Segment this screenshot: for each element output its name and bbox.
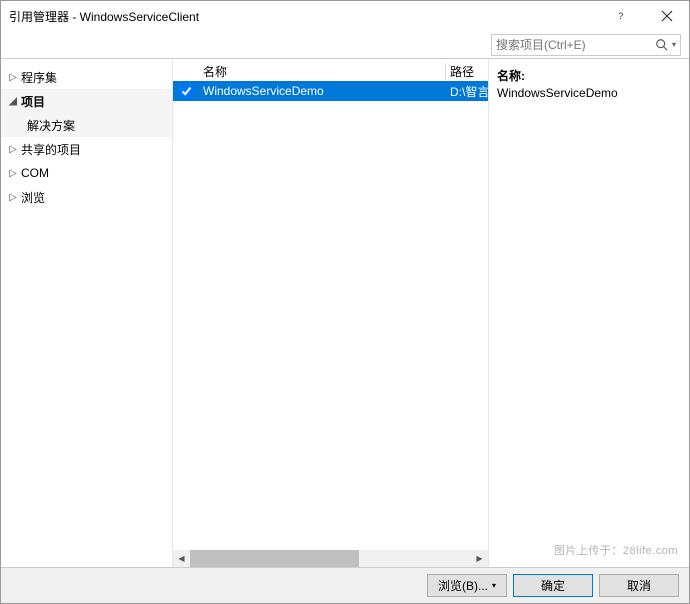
search-box[interactable]: ▾ bbox=[491, 34, 681, 56]
col-header-name[interactable]: 名称 bbox=[199, 63, 446, 80]
sidebar-item-com[interactable]: ▷ COM bbox=[1, 161, 172, 185]
search-icon[interactable] bbox=[655, 38, 669, 52]
chevron-down-icon: ◢ bbox=[7, 96, 19, 107]
browse-button[interactable]: 浏览(B)... ▾ bbox=[427, 574, 507, 597]
browse-button-label: 浏览(B)... bbox=[438, 577, 488, 594]
window-controls: ? bbox=[599, 1, 689, 31]
sidebar-item-projects[interactable]: ◢ 项目 bbox=[1, 89, 172, 113]
scroll-left-icon[interactable]: ◀ bbox=[173, 550, 190, 567]
sidebar-item-label: COM bbox=[19, 166, 49, 180]
sidebar-item-browse[interactable]: ▷ 浏览 bbox=[1, 185, 172, 209]
sidebar-item-label: 程序集 bbox=[19, 69, 57, 86]
chevron-right-icon: ▷ bbox=[7, 72, 19, 83]
sidebar-item-assemblies[interactable]: ▷ 程序集 bbox=[1, 65, 172, 89]
list-header: 名称 路径 bbox=[173, 59, 488, 81]
dropdown-icon[interactable]: ▾ bbox=[669, 40, 676, 49]
row-checkbox[interactable] bbox=[180, 85, 193, 98]
table-row[interactable]: WindowsServiceDemo D:\智言 bbox=[173, 81, 488, 101]
main-area: ▷ 程序集 ◢ 项目 解决方案 ▷ 共享的项目 ▷ COM ▷ 浏览 名称 路径 bbox=[1, 59, 689, 567]
row-name: WindowsServiceDemo bbox=[199, 84, 446, 98]
details-name-value: WindowsServiceDemo bbox=[497, 86, 681, 108]
window-title: 引用管理器 - WindowsServiceClient bbox=[9, 8, 599, 25]
col-header-path[interactable]: 路径 bbox=[446, 63, 488, 80]
row-checkbox-cell bbox=[173, 85, 199, 98]
sidebar-subitem-solution[interactable]: 解决方案 bbox=[1, 113, 172, 137]
sidebar-item-label: 共享的项目 bbox=[19, 141, 81, 158]
horizontal-scrollbar[interactable]: ◀ ▶ bbox=[173, 550, 488, 567]
close-button[interactable] bbox=[644, 1, 689, 31]
dropdown-icon: ▾ bbox=[488, 581, 496, 590]
search-row: ▾ bbox=[1, 31, 689, 59]
center-panel: 名称 路径 WindowsServiceDemo D:\智言 ◀ ▶ bbox=[173, 59, 489, 567]
cancel-button[interactable]: 取消 bbox=[599, 574, 679, 597]
sidebar-item-label: 项目 bbox=[19, 93, 45, 110]
list-body: WindowsServiceDemo D:\智言 bbox=[173, 81, 488, 550]
chevron-right-icon: ▷ bbox=[7, 192, 19, 203]
sidebar: ▷ 程序集 ◢ 项目 解决方案 ▷ 共享的项目 ▷ COM ▷ 浏览 bbox=[1, 59, 173, 567]
ok-button[interactable]: 确定 bbox=[513, 574, 593, 597]
details-name-label: 名称: bbox=[497, 67, 681, 86]
search-input[interactable] bbox=[496, 38, 655, 52]
details-panel: 名称: WindowsServiceDemo bbox=[489, 59, 689, 567]
sidebar-item-label: 浏览 bbox=[19, 189, 45, 206]
titlebar: 引用管理器 - WindowsServiceClient ? bbox=[1, 1, 689, 31]
scroll-track[interactable] bbox=[190, 550, 471, 567]
scroll-thumb[interactable] bbox=[190, 550, 359, 567]
chevron-right-icon: ▷ bbox=[7, 168, 19, 179]
sidebar-subitem-label: 解决方案 bbox=[27, 117, 75, 134]
footer: 浏览(B)... ▾ 确定 取消 bbox=[1, 567, 689, 603]
sidebar-item-shared[interactable]: ▷ 共享的项目 bbox=[1, 137, 172, 161]
row-path: D:\智言 bbox=[446, 83, 488, 100]
chevron-right-icon: ▷ bbox=[7, 144, 19, 155]
scroll-right-icon[interactable]: ▶ bbox=[471, 550, 488, 567]
help-button[interactable]: ? bbox=[599, 1, 644, 31]
svg-text:?: ? bbox=[618, 11, 623, 21]
